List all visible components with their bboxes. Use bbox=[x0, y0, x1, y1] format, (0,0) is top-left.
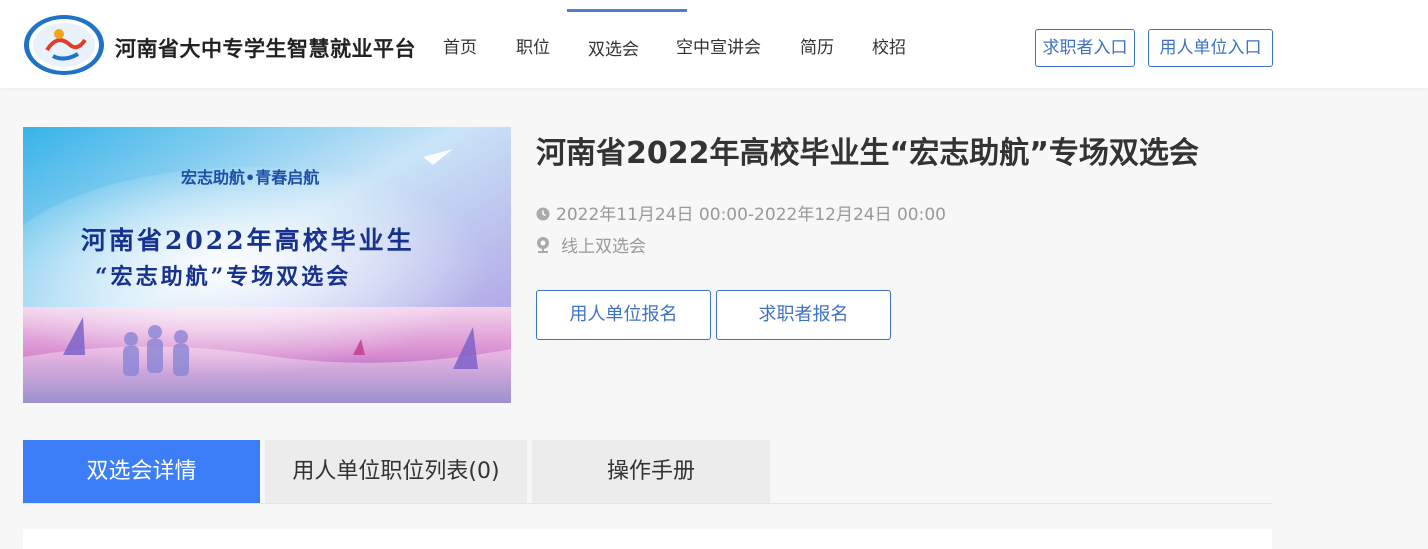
main-nav: 首页 职位 双选会 空中宣讲会 简历 校招 bbox=[440, 0, 929, 88]
tab-content-panel bbox=[23, 529, 1272, 549]
map-pin-icon bbox=[536, 236, 552, 254]
event-time: 2022年11月24日 00:00-2022年12月24日 00:00 bbox=[556, 205, 946, 225]
detail-tabs: 双选会详情 用人单位职位列表(0) 操作手册 bbox=[23, 440, 1272, 504]
tab-employer-jobs[interactable]: 用人单位职位列表(0) bbox=[265, 440, 527, 503]
event-title: 河南省2022年高校毕业生“宏志助航”专场双选会 bbox=[536, 136, 1199, 171]
site-header: 河南省大中专学生智慧就业平台 首页 职位 双选会 空中宣讲会 简历 校招 求职者… bbox=[0, 0, 1428, 88]
nav-jobs[interactable]: 职位 bbox=[513, 0, 585, 88]
tab-manual[interactable]: 操作手册 bbox=[532, 440, 770, 503]
banner-slogan: 宏志助航•青春启航 bbox=[181, 168, 319, 187]
banner-line2: “宏志助航”专场双选会 bbox=[95, 264, 351, 290]
event-location-row: 线上双选会 bbox=[536, 232, 646, 257]
nav-online-talk[interactable]: 空中宣讲会 bbox=[673, 0, 797, 88]
nav-job-fair[interactable]: 双选会 bbox=[567, 0, 687, 88]
seeker-signup-button[interactable]: 求职者报名 bbox=[716, 290, 891, 340]
employer-login-button[interactable]: 用人单位入口 bbox=[1148, 29, 1273, 67]
platform-logo-icon[interactable] bbox=[23, 14, 105, 76]
nav-home[interactable]: 首页 bbox=[440, 0, 513, 88]
event-banner-image: 宏志助航•青春启航 河南省2022年高校毕业生 “宏志助航”专场双选会 bbox=[23, 127, 511, 403]
event-location: 线上双选会 bbox=[561, 237, 646, 257]
nav-campus-recruit[interactable]: 校招 bbox=[869, 0, 929, 88]
brand-title[interactable]: 河南省大中专学生智慧就业平台 bbox=[115, 33, 416, 63]
nav-resume[interactable]: 简历 bbox=[797, 0, 869, 88]
banner-line1: 河南省2022年高校毕业生 bbox=[81, 226, 415, 255]
clock-icon bbox=[536, 206, 550, 220]
event-time-row: 2022年11月24日 00:00-2022年12月24日 00:00 bbox=[536, 200, 946, 225]
job-seeker-login-button[interactable]: 求职者入口 bbox=[1035, 29, 1135, 67]
tab-fair-details[interactable]: 双选会详情 bbox=[23, 440, 260, 503]
employer-signup-button[interactable]: 用人单位报名 bbox=[536, 290, 711, 340]
